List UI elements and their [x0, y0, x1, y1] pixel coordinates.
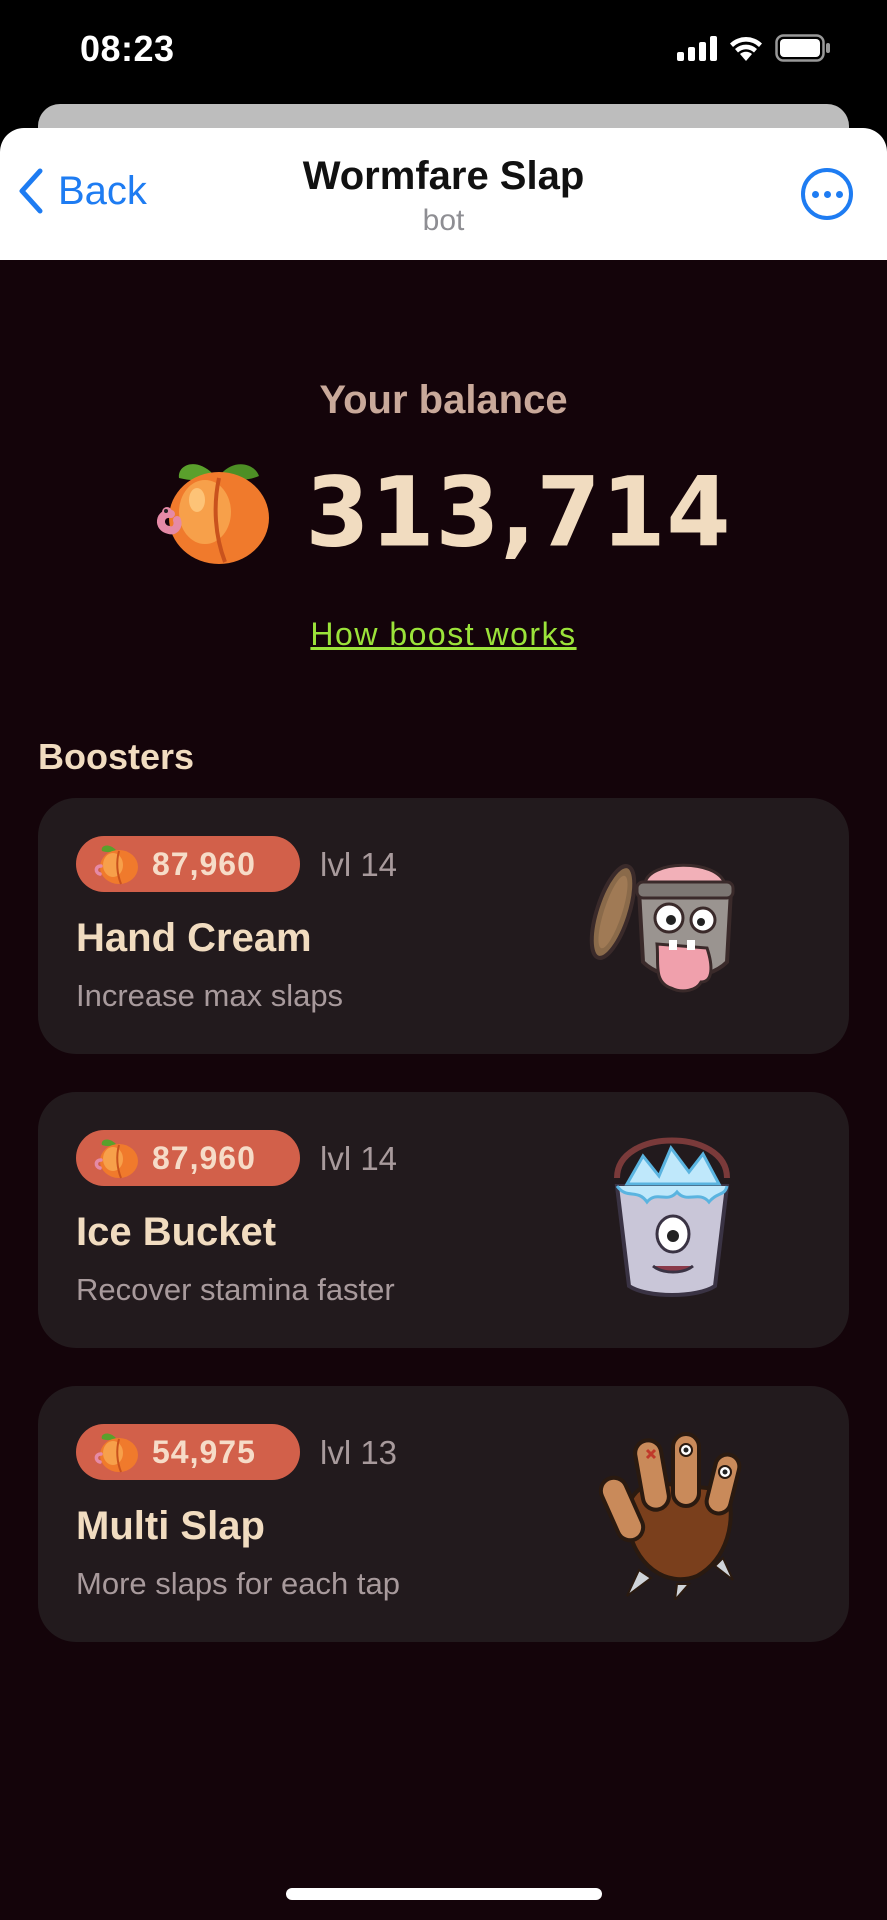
status-time: 08:23 [80, 28, 175, 69]
dot-icon [823, 190, 831, 198]
home-indicator[interactable] [286, 1888, 602, 1900]
level-text: lvl 13 [320, 1434, 398, 1471]
booster-description: More slaps for each tap [76, 1566, 400, 1601]
dot-icon [811, 190, 819, 198]
more-options-button[interactable] [801, 168, 853, 220]
booster-name: Ice Bucket [76, 1210, 277, 1254]
app-title: Wormfare Slap [302, 154, 585, 198]
mini-app-header: Back Wormfare Slap bot [0, 128, 887, 260]
boosters-heading: Boosters [38, 736, 195, 777]
balance-label: Your balance [319, 378, 568, 422]
price-badge: 54,975 [76, 1424, 300, 1480]
wifi-icon [729, 35, 763, 61]
ice-bucket-icon [614, 1137, 730, 1297]
slap-hand-icon [598, 1432, 742, 1600]
booster-description: Increase max slaps [76, 978, 344, 1013]
dot-icon [835, 190, 843, 198]
app-content: Your balance 313,714 How boost works Boo… [0, 260, 887, 1920]
price-value: 87,960 [152, 1139, 256, 1176]
hand-cream-jar-icon [589, 863, 735, 993]
price-badge: 87,960 [76, 1130, 300, 1186]
status-bar: 08:23 [0, 0, 887, 104]
peach-icon [94, 1139, 138, 1179]
battery-icon [775, 34, 831, 62]
peach-icon [157, 464, 270, 564]
status-icons [677, 34, 831, 62]
level-text: lvl 14 [320, 846, 398, 883]
app-subtitle: bot [422, 204, 465, 237]
booster-card-hand-cream[interactable]: 87,960 lvl 14 Hand Cream Increase max sl… [38, 798, 849, 1054]
price-badge: 87,960 [76, 836, 300, 892]
peach-icon [94, 845, 138, 885]
booster-name: Multi Slap [76, 1504, 265, 1548]
how-boost-works-link[interactable]: How boost works [310, 616, 576, 652]
peach-icon [94, 1433, 138, 1473]
booster-card-ice-bucket[interactable]: 87,960 lvl 14 Ice Bucket Recover stamina… [38, 1092, 849, 1348]
balance-value: 313,714 [305, 455, 732, 569]
booster-name: Hand Cream [76, 916, 312, 960]
booster-card-multi-slap[interactable]: 54,975 lvl 13 Multi Slap More slaps for … [38, 1386, 849, 1642]
cellular-signal-icon [677, 35, 717, 61]
balance-row: 313,714 [0, 456, 887, 568]
price-value: 54,975 [152, 1433, 256, 1470]
boost-link-wrap: How boost works [0, 616, 887, 653]
booster-description: Recover stamina faster [76, 1272, 395, 1307]
level-text: lvl 14 [320, 1140, 398, 1177]
price-value: 87,960 [152, 845, 256, 882]
